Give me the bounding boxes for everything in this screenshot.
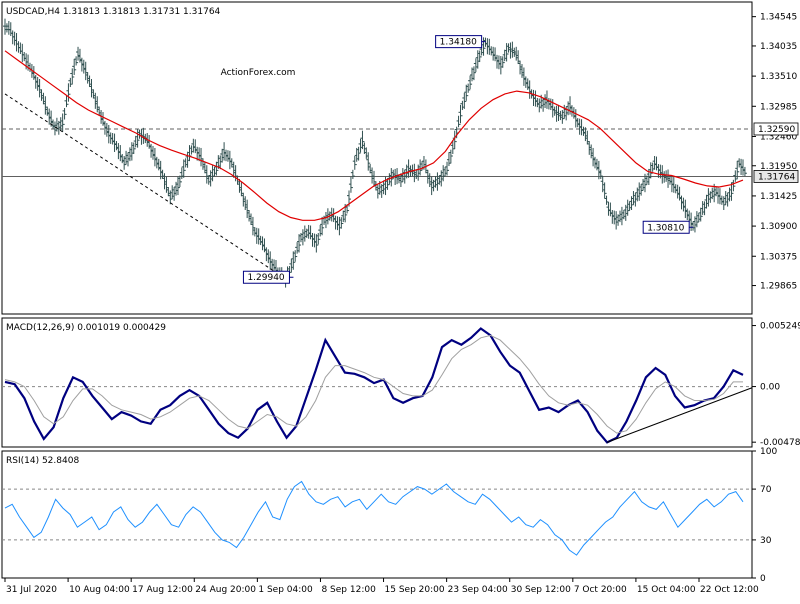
rsi-pane-title: RSI(14) 52.8408 bbox=[6, 456, 79, 466]
price-annotation-label: 1.30810 bbox=[647, 223, 684, 233]
x-axis-label: 7 Oct 20:00 bbox=[574, 585, 627, 595]
x-axis-label: 30 Sep 12:00 bbox=[511, 585, 571, 595]
price-annotation-label: 1.34180 bbox=[440, 38, 477, 48]
price-y-tick-label: 1.34545 bbox=[760, 13, 797, 23]
x-axis-label: 1 Sep 04:00 bbox=[258, 585, 313, 595]
price-level-label: 1.32590 bbox=[758, 125, 795, 135]
price-y-tick-label: 1.30900 bbox=[760, 222, 797, 232]
chart-root: ActionForex.com USDCAD,H4 1.31813 1.31813… bbox=[0, 0, 800, 600]
rsi-y-tick-label: 0 bbox=[760, 574, 766, 584]
price-level-label: 1.31764 bbox=[758, 172, 795, 182]
price-annotation-label: 1.29940 bbox=[247, 273, 284, 283]
price-y-tick-label: 1.30375 bbox=[760, 252, 797, 262]
price-y-tick-label: 1.31425 bbox=[760, 192, 797, 202]
x-axis-label: 22 Oct 12:00 bbox=[700, 585, 759, 595]
x-axis-label: 17 Aug 12:00 bbox=[132, 585, 193, 595]
macd-y-tick-label: 0.00 bbox=[760, 383, 780, 393]
price-y-tick-label: 1.29865 bbox=[760, 282, 797, 292]
x-axis-label: 15 Oct 04:00 bbox=[637, 585, 696, 595]
price-y-tick-label: 1.34035 bbox=[760, 42, 797, 52]
price-y-tick-label: 1.32985 bbox=[760, 102, 797, 112]
x-axis-label: 31 Jul 2020 bbox=[6, 585, 57, 595]
price-y-tick-label: 1.33510 bbox=[760, 72, 797, 82]
rsi-y-tick-label: 70 bbox=[760, 485, 772, 495]
rsi-y-tick-label: 30 bbox=[760, 536, 772, 546]
macd-pane-title: MACD(12,26,9) 0.001019 0.000429 bbox=[6, 323, 166, 333]
price-pane-title: USDCAD,H4 1.31813 1.31813 1.31731 1.3176… bbox=[6, 7, 221, 17]
x-axis-label: 24 Aug 20:00 bbox=[195, 585, 256, 595]
rsi-y-tick-label: 100 bbox=[760, 447, 777, 457]
macd-y-tick-label: 0.005249 bbox=[760, 322, 800, 332]
x-axis-label: 23 Sep 04:00 bbox=[448, 585, 508, 595]
x-axis-label: 8 Sep 12:00 bbox=[321, 585, 376, 595]
x-axis-label: 15 Sep 20:00 bbox=[385, 585, 445, 595]
watermark-text: ActionForex.com bbox=[221, 68, 296, 78]
x-axis-label: 10 Aug 04:00 bbox=[69, 585, 130, 595]
chart-canvas: ActionForex.com USDCAD,H4 1.31813 1.31813… bbox=[0, 0, 800, 600]
